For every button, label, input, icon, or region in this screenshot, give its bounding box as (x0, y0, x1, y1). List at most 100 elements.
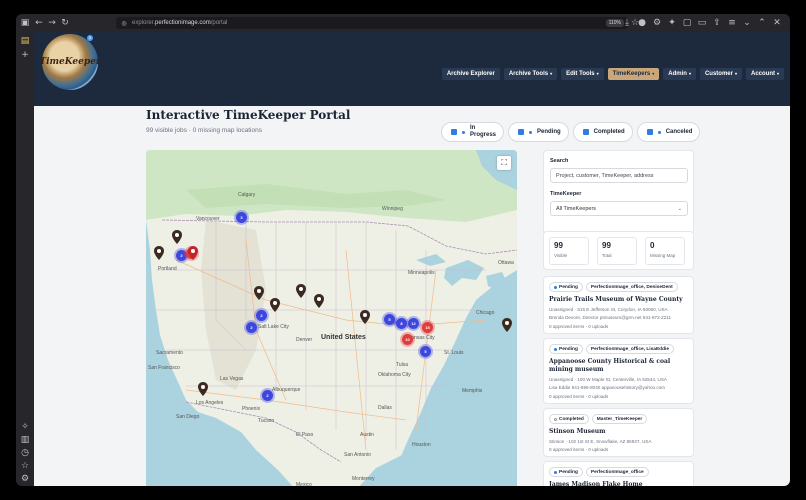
nav-item-label: Archive Explorer (446, 71, 495, 77)
note-icon[interactable]: ▥ (18, 433, 32, 447)
map-cluster[interactable]: 2 (262, 390, 273, 401)
nav-item-account[interactable]: Account ▾ (745, 68, 784, 80)
stat-visible: 99 Visible (549, 237, 589, 265)
map-cluster[interactable]: 10 (402, 334, 413, 345)
job-name[interactable]: Prairie Trails Museum of Wayne County (549, 296, 688, 304)
nav-item-archive-tools[interactable]: Archive Tools ▾ (503, 68, 558, 80)
map-pin-icon[interactable] (254, 286, 264, 300)
map-cluster[interactable]: 8 (396, 318, 407, 329)
job-contact: Brenda Devore, Director ptmuseum@grm.net… (549, 315, 672, 320)
page-subtitle: 99 visible jobs · 0 missing map location… (146, 127, 262, 134)
job-tags: Pending PerfectionImage_office (549, 467, 688, 477)
timekeeper-logo[interactable]: TimeKeeper (39, 34, 101, 90)
checkbox-icon[interactable] (451, 129, 457, 135)
share-icon[interactable]: ⇪ (710, 16, 724, 30)
menu-icon[interactable]: ≡ (725, 16, 739, 30)
map-label-las-vegas: Las Vegas (220, 376, 244, 382)
history-icon[interactable]: ◷ (18, 446, 32, 460)
stat-value: 99 (602, 241, 611, 250)
back-icon[interactable]: ← (32, 16, 46, 30)
settings-icon[interactable]: ⚙ (18, 472, 32, 486)
fullscreen-icon[interactable]: ⛶ (497, 156, 511, 170)
close-icon[interactable]: ✕ (770, 16, 784, 30)
map-cluster[interactable]: 3 (236, 212, 247, 223)
maximize-icon[interactable]: ⌃ (755, 16, 769, 30)
downloads-icon[interactable]: ⤓ (620, 16, 634, 30)
map-label-san-antonio: San Antonio (344, 452, 371, 458)
stat-total: 99 Total (597, 237, 637, 265)
nav-item-label: Archive Tools (508, 71, 549, 77)
star-icon[interactable]: ☆ (18, 459, 32, 473)
map-cluster[interactable]: 15 (422, 322, 433, 333)
job-name[interactable]: Appanoose County Historical & coal minin… (549, 358, 688, 374)
job-card[interactable]: Completed Master_TimeKeeper Stinson Museum… (543, 408, 694, 457)
map-pin-icon[interactable] (198, 382, 208, 396)
search-label: Search (550, 158, 569, 164)
job-name[interactable]: James Madison Flake Home (549, 481, 688, 486)
stat-label: Visible (554, 253, 568, 258)
job-map[interactable]: Calgary Vancouver Winnipeg Portland Salt Lak… (146, 150, 517, 486)
filter-in-progress[interactable]: In Progress (441, 122, 504, 142)
status-dot-icon (462, 130, 465, 134)
nav-item-archive-explorer[interactable]: Archive Explorer (441, 68, 500, 80)
map-pin-icon[interactable] (154, 246, 164, 260)
nav-item-timekeepers[interactable]: TimeKeepers ▾ (607, 68, 660, 80)
job-name[interactable]: Stinson Museum (549, 428, 688, 436)
map-label-tulsa: Tulsa (396, 362, 409, 368)
map-pin-icon[interactable] (172, 230, 182, 244)
job-card[interactable]: Pending PerfectionImage_office, DeniseDen… (543, 276, 694, 334)
filter-label: In Progress (470, 125, 497, 138)
nav-item-edit-tools[interactable]: Edit Tools ▾ (561, 68, 604, 80)
nav-item-admin[interactable]: Admin ▾ (663, 68, 696, 80)
checkbox-icon[interactable] (646, 129, 653, 135)
map-pin-icon[interactable] (296, 284, 306, 298)
map-pin-icon[interactable] (360, 310, 370, 324)
reload-icon[interactable]: ↻ (58, 16, 72, 30)
map-cluster[interactable]: 12 (408, 318, 419, 329)
map-label-austin: Austin (360, 432, 374, 438)
site-info-icon[interactable]: ◎ (120, 19, 128, 27)
map-cluster[interactable]: 5 (384, 314, 395, 325)
map-pin-icon[interactable] (314, 294, 324, 308)
map-label-denver: Denver (296, 337, 313, 343)
map-label-chicago: Chicago (476, 310, 495, 316)
status-dot-icon (657, 130, 661, 134)
web-page: TimeKeeper 0 Archive Explorer Archive Too… (34, 32, 790, 486)
job-card[interactable]: Pending PerfectionImage_office, LisaEddie… (543, 338, 694, 404)
search-input[interactable]: Project, customer, TimeKeeper, address (550, 168, 688, 183)
map-pin-icon[interactable] (270, 298, 280, 312)
account-icon[interactable]: ● (635, 16, 649, 30)
puzzle-icon[interactable]: ✦ (665, 16, 679, 30)
map-pin-icon[interactable] (188, 246, 198, 260)
minimize-icon[interactable]: ⌄ (740, 16, 754, 30)
container-icon[interactable]: ▢ (680, 16, 694, 30)
job-list[interactable]: Pending PerfectionImage_office, DeniseDen… (543, 276, 694, 486)
bookmark-panel-icon[interactable]: ▤ (18, 34, 32, 48)
status-dot-icon (554, 347, 557, 351)
job-card[interactable]: Pending PerfectionImage_office James Madis… (543, 461, 694, 486)
checkbox-icon[interactable] (518, 129, 524, 135)
map-cluster[interactable]: 2 (246, 322, 257, 333)
map-base (146, 150, 517, 486)
forward-icon[interactable]: → (45, 16, 59, 30)
filter-completed[interactable]: Completed (572, 122, 633, 142)
checkbox-icon[interactable] (582, 129, 589, 135)
new-tab-icon[interactable]: + (18, 48, 32, 62)
extension-icon[interactable]: ⚙ (650, 16, 664, 30)
reader-icon[interactable]: ▭ (695, 16, 709, 30)
job-tags: Completed Master_TimeKeeper (549, 414, 688, 424)
map-cluster[interactable]: 2 (256, 310, 267, 321)
map-cluster[interactable]: 5 (420, 346, 431, 357)
sidebar-toggle-icon[interactable]: ▣ (18, 16, 32, 30)
address-bar[interactable]: ◎ explorer.perfectionimage.com/portal 11… (116, 17, 639, 29)
status-badge: Completed (549, 414, 589, 424)
filter-canceled[interactable]: Canceled (636, 122, 701, 142)
map-label-el-paso: El Paso (296, 432, 314, 438)
ai-icon[interactable]: ✧ (18, 420, 32, 434)
nav-item-customer[interactable]: Customer ▾ (699, 68, 742, 80)
filter-pending[interactable]: Pending (508, 122, 569, 142)
map-pin-icon[interactable] (502, 318, 512, 332)
map-label-st-louis: St. Louis (444, 350, 464, 356)
job-progress: 0 approved items · 0 uploads (549, 394, 609, 399)
timekeeper-select[interactable]: All TimeKeepers ⌄ (550, 201, 688, 216)
